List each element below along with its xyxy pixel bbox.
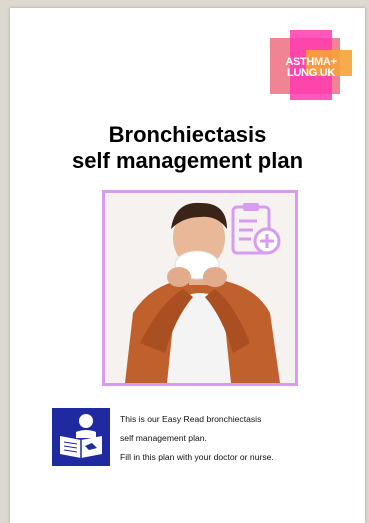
logo-text: ASTHMA+ LUNG UK bbox=[272, 57, 350, 79]
title-line-1: Bronchiectasis bbox=[108, 122, 267, 147]
document-title: Bronchiectasis self management plan bbox=[10, 122, 365, 174]
intro-line-3: Fill in this plan with your doctor or nu… bbox=[120, 452, 274, 462]
clipboard-plus-icon bbox=[231, 203, 281, 255]
easy-read-intro: This is our Easy Read bronchiectasis sel… bbox=[120, 410, 360, 467]
asthma-lung-uk-logo: ASTHMA+ LUNG UK bbox=[270, 30, 352, 100]
title-line-2: self management plan bbox=[71, 148, 304, 173]
cover-photo-frame bbox=[102, 190, 298, 386]
intro-line-1: This is our Easy Read bronchiectasis bbox=[120, 414, 262, 424]
document-page: ASTHMA+ LUNG UK Bronchiectasis self mana… bbox=[10, 8, 365, 523]
easy-read-reading-icon bbox=[52, 408, 110, 466]
logo-line-2: LUNG UK bbox=[286, 67, 335, 79]
intro-line-2: self management plan. bbox=[120, 433, 207, 443]
